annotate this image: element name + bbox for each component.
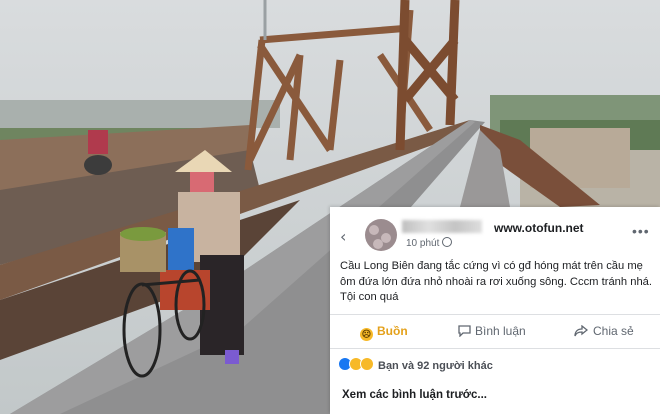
author-name-redacted[interactable] xyxy=(402,220,482,233)
sad-reaction-button[interactable]: ☹ Buồn xyxy=(360,324,408,341)
reaction-summary-text: Bạn và 92 người khác xyxy=(378,360,493,372)
sad-face-icon: ☹ xyxy=(360,328,373,341)
share-icon xyxy=(574,324,589,337)
post-text: Cầu Long Biên đang tắc cứng vì có gđ hón… xyxy=(340,260,652,303)
comment-button[interactable]: Bình luận xyxy=(458,324,526,338)
comment-label: Bình luận xyxy=(475,324,526,338)
sad-reaction-label: Buồn xyxy=(377,324,408,338)
watermark-site: www.otofun.net xyxy=(494,221,584,235)
ellipsis-icon[interactable]: ••• xyxy=(632,223,650,239)
share-button[interactable]: Chia sẻ xyxy=(574,324,634,338)
wow-icon xyxy=(360,357,374,371)
comment-icon xyxy=(458,325,471,338)
view-previous-comments-link[interactable]: Xem các bình luận trước... xyxy=(342,389,487,401)
globe-icon xyxy=(442,237,453,247)
chevron-left-icon[interactable]: ‹ xyxy=(340,227,346,246)
post-time: 10 phút xyxy=(406,237,453,249)
post-time-text: 10 phút xyxy=(406,238,440,249)
share-label: Chia sẻ xyxy=(593,324,634,338)
facebook-post-card: ‹ 10 phút www.otofun.net ••• Cầu Long Bi… xyxy=(330,207,660,414)
avatar[interactable] xyxy=(365,219,397,251)
reaction-summary[interactable]: Bạn và 92 người khác xyxy=(338,357,493,372)
divider xyxy=(330,348,660,349)
post-header: ‹ 10 phút www.otofun.net ••• xyxy=(330,207,660,253)
post-actions: ☹ Buồn Bình luận Chia sẻ xyxy=(330,315,660,345)
